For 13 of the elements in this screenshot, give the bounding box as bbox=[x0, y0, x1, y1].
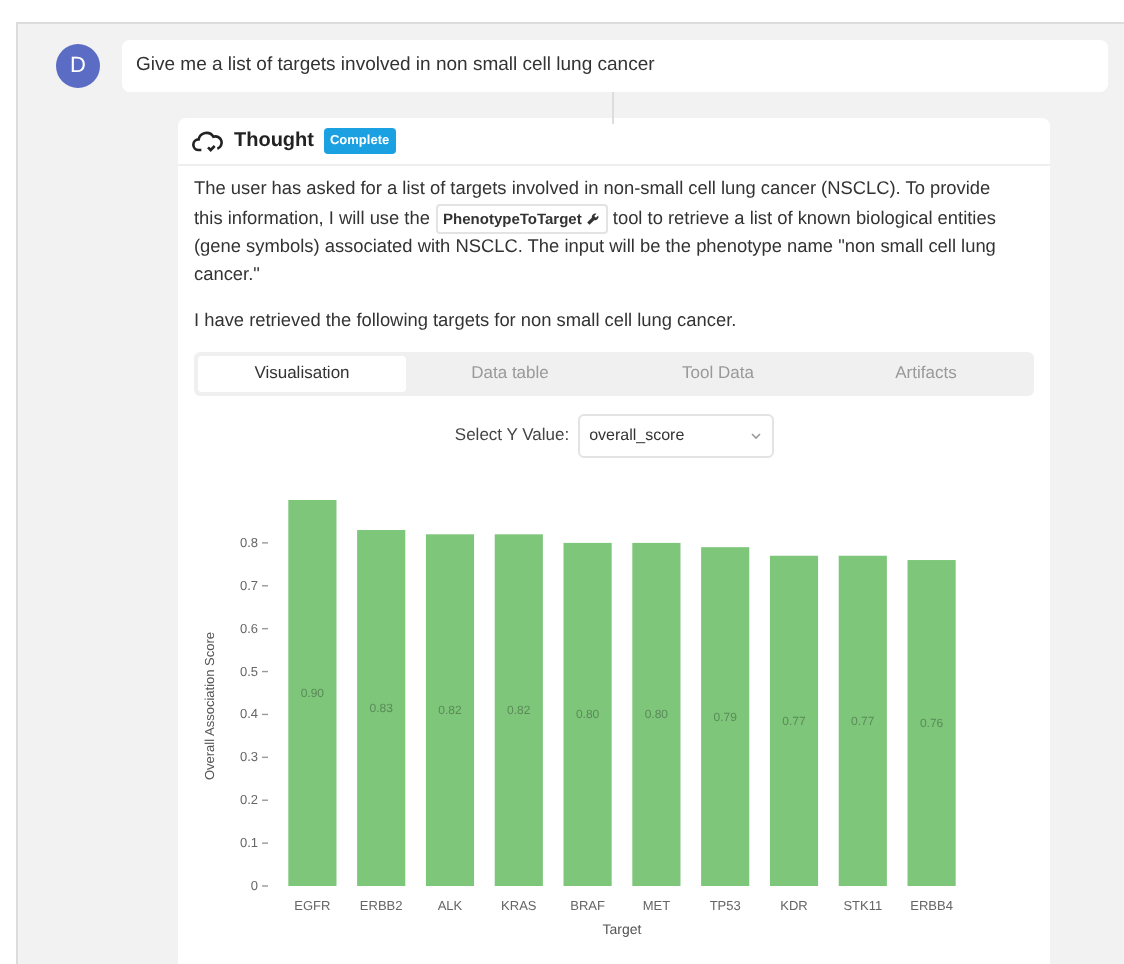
user-avatar: D bbox=[56, 44, 100, 88]
y-value-select[interactable]: overall_score bbox=[577, 413, 774, 458]
thought-title: Thought bbox=[234, 128, 314, 156]
tab[interactable]: Artifacts bbox=[822, 355, 1030, 392]
result-text: I have retrieved the following targets for non small cell lung cancer. bbox=[194, 308, 739, 334]
chevron-down-icon bbox=[749, 431, 762, 440]
cloud-icon bbox=[192, 129, 224, 153]
tab[interactable]: Tool Data bbox=[614, 355, 822, 392]
select-label: Select Y Value: bbox=[454, 422, 570, 449]
user-message: Give me a list of targets involved in non small cell lung cancer bbox=[122, 40, 1108, 92]
wrench-icon bbox=[585, 211, 600, 226]
tab[interactable]: Data table bbox=[406, 355, 614, 392]
tab[interactable]: Visualisation bbox=[198, 355, 406, 392]
